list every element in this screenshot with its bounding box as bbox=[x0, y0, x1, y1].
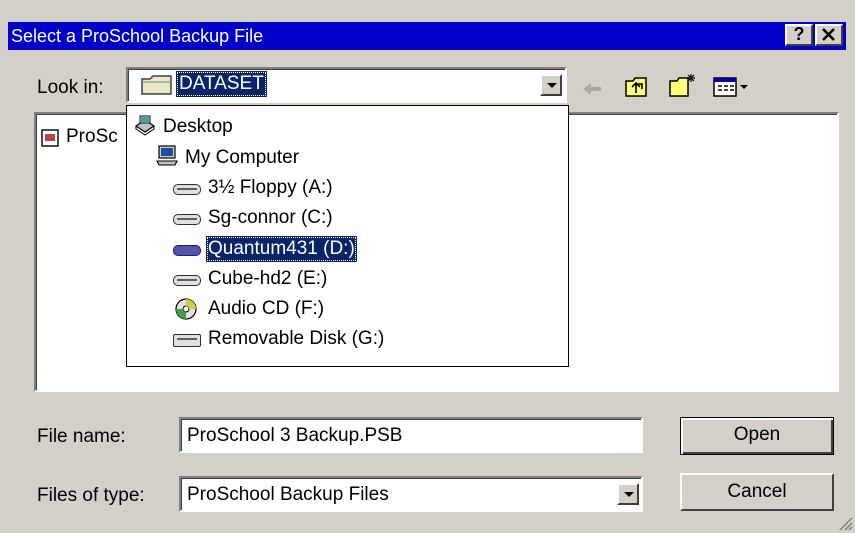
dropdown-item-label: Cube-hd2 (E:) bbox=[208, 268, 328, 289]
dropdown-item-label: Sg-connor (C:) bbox=[208, 207, 333, 228]
up-one-level-button[interactable] bbox=[624, 76, 650, 104]
computer-icon bbox=[156, 145, 178, 166]
file-type-value: ProSchool Backup Files bbox=[187, 484, 389, 505]
look-in-dropdown-button[interactable] bbox=[540, 74, 562, 96]
hard-drive-icon bbox=[173, 245, 201, 256]
dropdown-item-label: 3½ Floppy (A:) bbox=[208, 177, 333, 198]
look-in-dropdown-list[interactable]: Desktop My Computer 3½ Floppy (A:) Sg-co… bbox=[126, 105, 569, 367]
window-title: Select a ProSchool Backup File bbox=[11, 26, 264, 46]
close-button[interactable] bbox=[815, 24, 843, 46]
dropdown-item-label: Quantum431 (D:) bbox=[206, 236, 357, 262]
list-item-label: ProSc bbox=[66, 126, 118, 147]
back-button[interactable] bbox=[581, 80, 603, 102]
dropdown-item-label: Desktop bbox=[163, 116, 233, 137]
floppy-drive-icon bbox=[173, 184, 201, 195]
new-folder-button[interactable] bbox=[668, 72, 698, 104]
view-menu-icon bbox=[713, 77, 748, 97]
hard-drive-icon bbox=[173, 214, 201, 225]
desktop-icon bbox=[134, 115, 156, 136]
cancel-button[interactable]: Cancel bbox=[680, 473, 834, 511]
new-folder-icon bbox=[669, 74, 695, 97]
cd-drive-icon bbox=[175, 298, 197, 320]
folder-icon bbox=[141, 75, 172, 95]
hard-drive-icon bbox=[173, 275, 201, 286]
back-arrow-icon bbox=[583, 83, 601, 95]
look-in-value: DATASET bbox=[176, 71, 267, 97]
file-name-value: ProSchool 3 Backup.PSB bbox=[187, 425, 403, 446]
dropdown-item-label: Removable Disk (G:) bbox=[208, 328, 385, 349]
document-icon bbox=[41, 129, 59, 147]
file-name-input[interactable]: ProSchool 3 Backup.PSB bbox=[179, 417, 643, 453]
file-name-label: File name: bbox=[37, 426, 126, 447]
file-type-dropdown-button[interactable] bbox=[617, 483, 639, 505]
up-folder-icon bbox=[625, 77, 647, 97]
dropdown-item-label: Audio CD (F:) bbox=[208, 298, 325, 319]
file-type-select[interactable]: ProSchool Backup Files bbox=[179, 476, 643, 512]
dropdown-item-label: My Computer bbox=[185, 147, 300, 168]
help-button[interactable]: ? bbox=[785, 24, 813, 46]
look-in-label: Look in: bbox=[37, 77, 104, 98]
file-type-label: Files of type: bbox=[37, 485, 145, 506]
resize-grip-icon[interactable] bbox=[837, 515, 853, 531]
view-menu-button[interactable] bbox=[713, 76, 751, 104]
look-in-combobox[interactable]: DATASET bbox=[126, 67, 567, 103]
close-icon bbox=[822, 28, 835, 41]
open-button[interactable]: Open bbox=[680, 417, 834, 455]
removable-drive-icon bbox=[173, 334, 201, 347]
